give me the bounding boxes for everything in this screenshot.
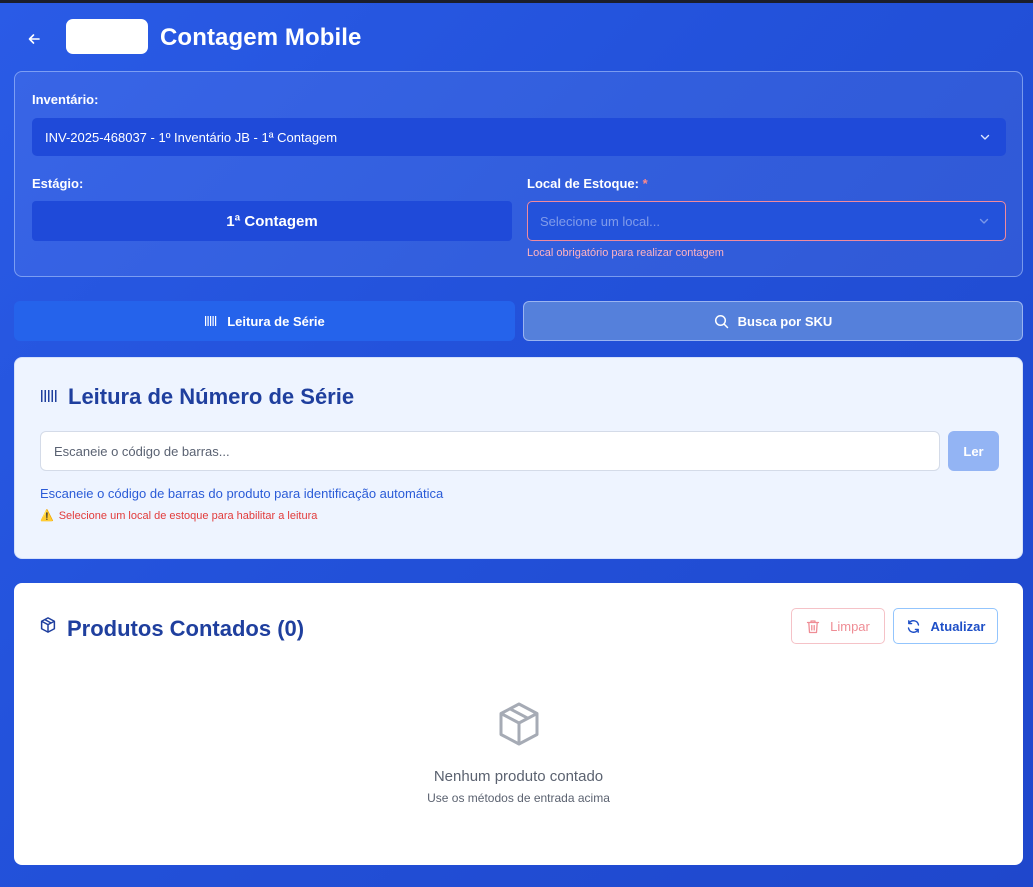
chevron-down-icon <box>980 134 990 140</box>
local-label: Local de Estoque: * <box>527 176 648 191</box>
search-icon <box>714 314 728 328</box>
serial-reader-title: Leitura de Número de Série <box>68 384 355 409</box>
app-header: Contagem Mobile <box>0 3 1033 71</box>
refresh-icon <box>907 619 919 633</box>
page-title: Contagem Mobile <box>160 24 362 51</box>
local-select-placeholder: Selecione um local... <box>540 213 660 229</box>
read-button[interactable]: Ler <box>948 431 999 471</box>
serial-help-text: Escaneie o código de barras do produto p… <box>40 486 444 501</box>
chevron-down-icon <box>979 218 989 224</box>
counted-products-title: Produtos Contados (0) <box>67 616 305 641</box>
serial-warning-text: Selecione um local de estoque para habil… <box>58 509 318 522</box>
local-select[interactable]: Selecione um local... <box>527 201 1006 241</box>
inventory-select-value: INV-2025-468037 - 1º Inventário JB - 1ª … <box>45 129 338 145</box>
barcode-input[interactable] <box>40 431 940 471</box>
local-label-text: Local de Estoque: <box>527 176 639 191</box>
sku-mode-button[interactable]: Busca por SKU <box>523 301 1023 341</box>
required-mark: * <box>642 176 648 191</box>
package-icon <box>499 702 539 746</box>
refresh-button-label: Atualizar <box>930 618 986 634</box>
serial-warning: ⚠️ Selecione um local de estoque para ha… <box>40 509 318 523</box>
warning-icon: ⚠️ <box>40 510 54 522</box>
clear-button-label: Limpar <box>830 618 870 634</box>
serial-mode-button[interactable]: Leitura de Série <box>14 301 515 341</box>
local-error-message: Local obrigatório para realizar contagem <box>527 247 724 259</box>
stage-label: Estágio: <box>32 176 84 191</box>
back-button[interactable] <box>22 27 46 51</box>
arrow-left-icon <box>28 34 40 44</box>
barcode-icon <box>205 316 217 326</box>
inventory-label: Inventário: <box>32 92 99 107</box>
inventory-select[interactable]: INV-2025-468037 - 1º Inventário JB - 1ª … <box>32 118 1006 156</box>
sku-mode-label: Busca por SKU <box>737 313 833 329</box>
refresh-button[interactable]: Atualizar <box>893 608 998 644</box>
package-icon <box>40 617 56 633</box>
stage-value-box: 1ª Contagem <box>32 201 512 241</box>
counted-products-panel: Produtos Contados (0) Limpar Atualizar N… <box>14 583 1023 865</box>
barcode-icon <box>41 390 57 402</box>
empty-state-subtitle: Use os métodos de entrada acima <box>427 791 610 805</box>
config-panel: Inventário: INV-2025-468037 - 1º Inventá… <box>14 71 1023 277</box>
logo <box>66 19 148 54</box>
serial-mode-label: Leitura de Série <box>227 313 325 329</box>
empty-state-title: Nenhum produto contado <box>433 768 604 785</box>
trash-icon <box>806 619 820 633</box>
serial-reader-panel: Leitura de Número de Série Ler Escaneie … <box>14 357 1023 559</box>
clear-button[interactable]: Limpar <box>791 608 885 644</box>
stage-value: 1ª Contagem <box>226 212 318 230</box>
